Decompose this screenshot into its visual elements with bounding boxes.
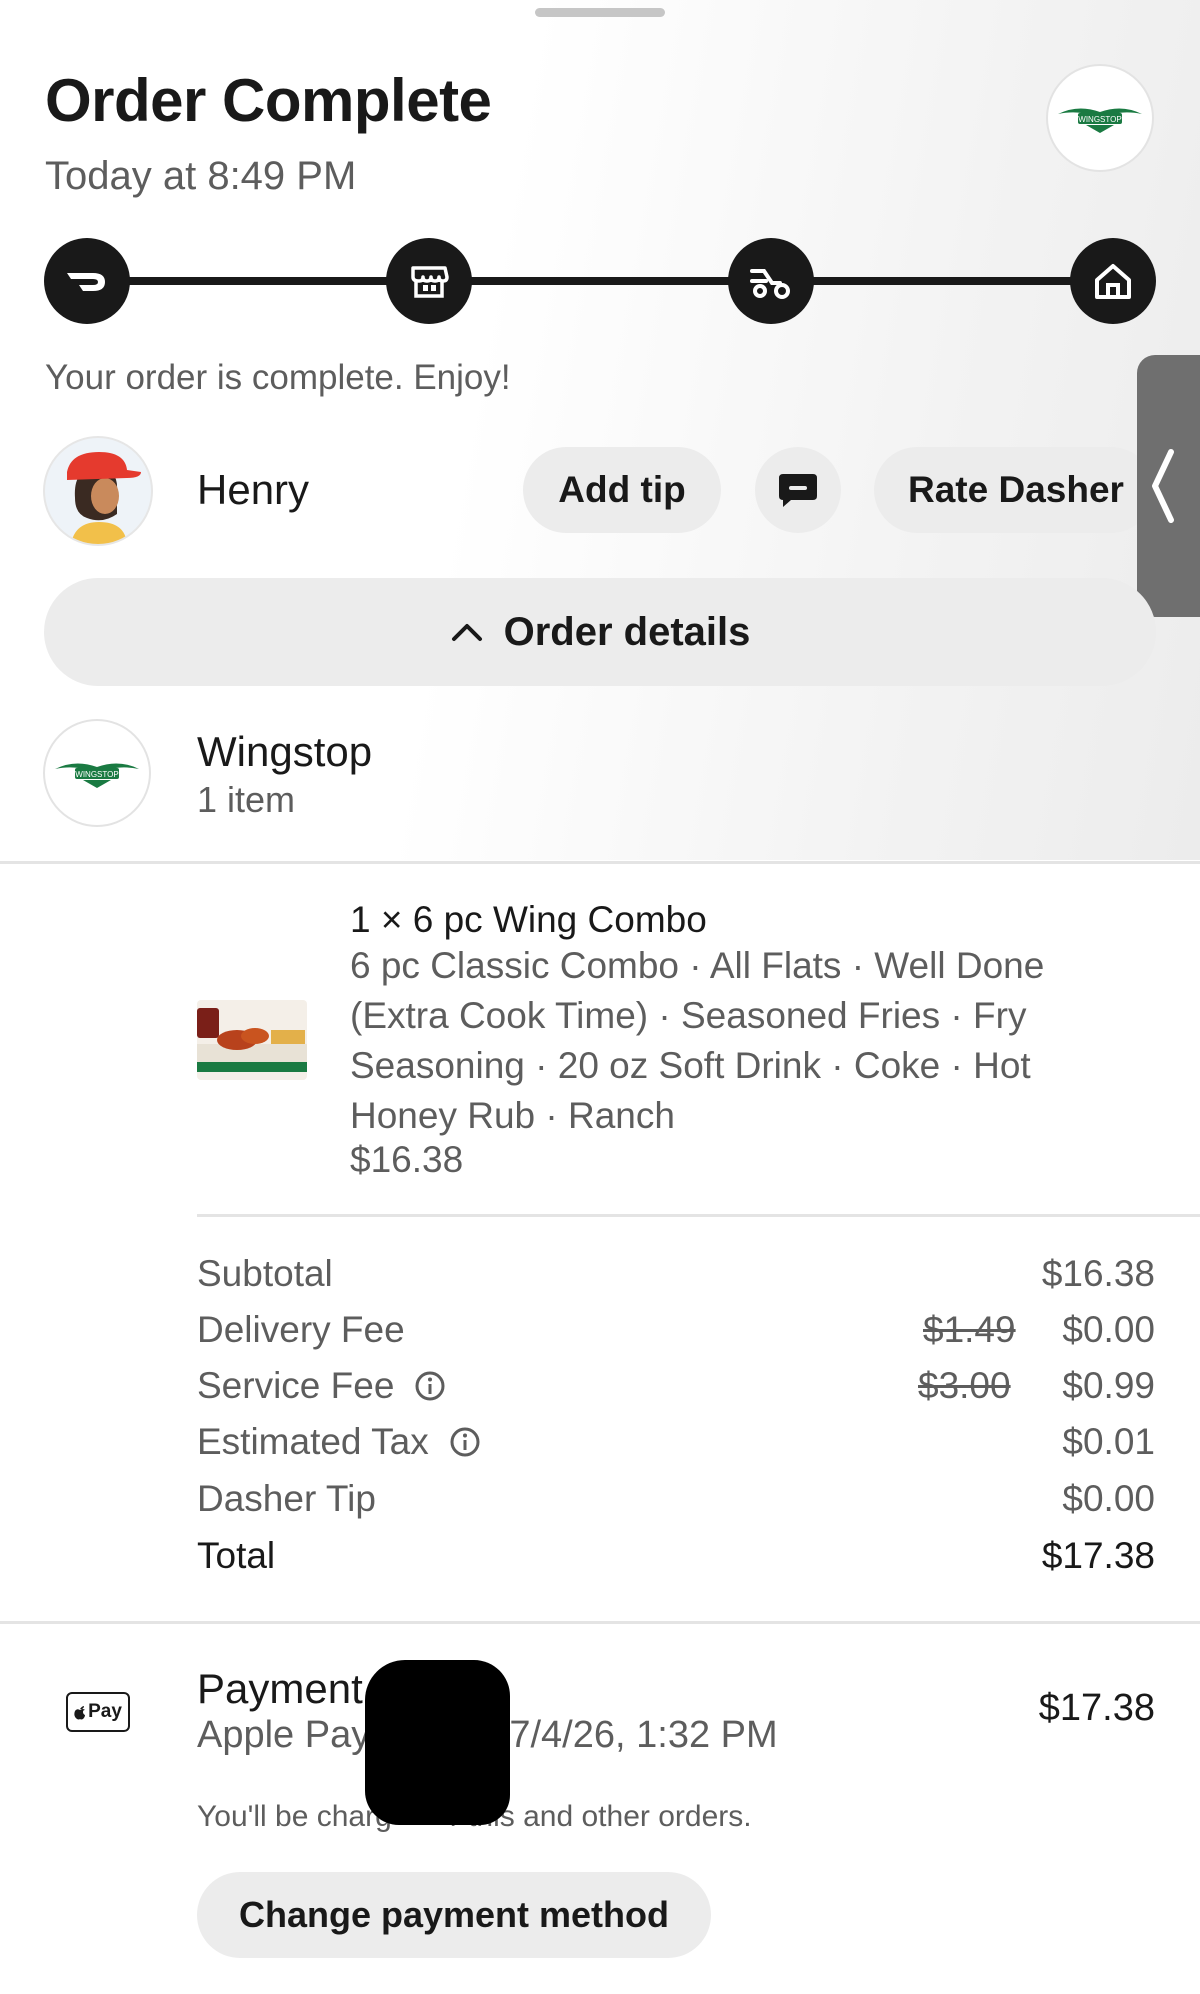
chat-bubble-icon — [779, 474, 817, 507]
info-icon[interactable] — [414, 1370, 446, 1402]
order-timestamp: Today at 8:49 PM — [45, 154, 357, 198]
total-value: $17.38 — [1041, 1535, 1155, 1576]
subtotal-value: $16.38 — [1041, 1253, 1155, 1294]
delivery-fee-value: $0.00 — [1062, 1309, 1155, 1350]
step-home — [1070, 238, 1156, 324]
delivery-fee-original: $1.49 — [923, 1309, 1016, 1350]
item-price: $16.38 — [350, 1139, 464, 1180]
payment-date: 7/4/26, 1:32 PM — [509, 1714, 778, 1756]
step-doordash — [44, 238, 130, 324]
apple-pay-badge: Pay — [66, 1692, 130, 1732]
dasher-name: Henry — [197, 466, 310, 513]
redaction-mark — [365, 1660, 510, 1825]
svg-text:WINGSTOP: WINGSTOP — [1078, 115, 1121, 124]
order-details-toggle[interactable]: Order details — [44, 578, 1156, 686]
side-panel-tab[interactable] — [1137, 355, 1200, 617]
chevron-up-icon — [451, 624, 482, 641]
payment-amount: $17.38 — [1038, 1687, 1155, 1729]
payment-method-name: Apple Pay — [197, 1714, 371, 1756]
home-icon — [1095, 264, 1131, 299]
store-icon — [411, 266, 449, 298]
estimated-tax-label: Estimated Tax — [197, 1421, 429, 1462]
payment-title: Payment — [197, 1665, 363, 1712]
delivery-fee-row: Delivery Fee $1.49 $0.00 — [197, 1309, 1155, 1359]
page-title: Order Complete — [45, 67, 492, 134]
service-fee-label: Service Fee — [197, 1365, 395, 1406]
service-fee-row: Service Fee $3.00 $0.99 — [197, 1365, 1155, 1415]
apple-pay-badge-text: Pay — [88, 1701, 122, 1722]
divider — [0, 1621, 1200, 1624]
divider — [0, 861, 1200, 864]
message-dasher-button[interactable] — [755, 447, 841, 533]
store-name: Wingstop — [197, 728, 373, 775]
dasher-tip-value: $0.00 — [1062, 1478, 1155, 1519]
item-image — [197, 1000, 307, 1080]
dasher-avatar — [43, 436, 153, 546]
divider — [197, 1214, 1200, 1217]
delivery-fee-label: Delivery Fee — [197, 1309, 405, 1350]
apple-logo-icon — [74, 1705, 86, 1719]
payment-note-start: You'll be charg — [197, 1800, 392, 1833]
dasher-tip-row: Dasher Tip $0.00 — [197, 1478, 1155, 1528]
dasher-tip-label: Dasher Tip — [197, 1478, 376, 1519]
store-item-count: 1 item — [197, 779, 296, 820]
service-fee-original: $3.00 — [918, 1365, 1011, 1406]
progress-track — [90, 277, 1110, 285]
store-logo: WINGSTOP — [43, 719, 151, 827]
chevron-left-icon — [1152, 449, 1174, 523]
order-status-text: Your order is complete. Enjoy! — [45, 358, 511, 397]
sheet-drag-handle[interactable] — [535, 8, 665, 17]
item-title: 1 × 6 pc Wing Combo — [350, 899, 707, 940]
step-store — [386, 238, 472, 324]
estimated-tax-value: $0.01 — [1062, 1421, 1155, 1462]
doordash-logo-icon — [67, 273, 105, 291]
subtotal-label: Subtotal — [197, 1253, 333, 1294]
item-description: 6 pc Classic Combo · All Flats · Well Do… — [350, 945, 1045, 1136]
info-icon[interactable] — [449, 1426, 481, 1458]
estimated-tax-row: Estimated Tax $0.01 — [197, 1421, 1155, 1471]
step-dasher — [728, 238, 814, 324]
wingstop-logo: WINGSTOP — [1046, 64, 1154, 172]
subtotal-row: Subtotal $16.38 — [197, 1253, 1155, 1303]
svg-text:WINGSTOP: WINGSTOP — [75, 770, 118, 779]
change-payment-method-button[interactable]: Change payment method — [197, 1872, 711, 1958]
total-row: Total $17.38 — [197, 1535, 1155, 1585]
total-label: Total — [197, 1535, 276, 1576]
rate-dasher-button[interactable]: Rate Dasher — [874, 447, 1154, 533]
add-tip-button[interactable]: Add tip — [523, 447, 721, 533]
dasher-scooter-icon — [750, 269, 790, 299]
service-fee-value: $0.99 — [1062, 1365, 1155, 1406]
order-details-label: Order details — [503, 609, 751, 654]
